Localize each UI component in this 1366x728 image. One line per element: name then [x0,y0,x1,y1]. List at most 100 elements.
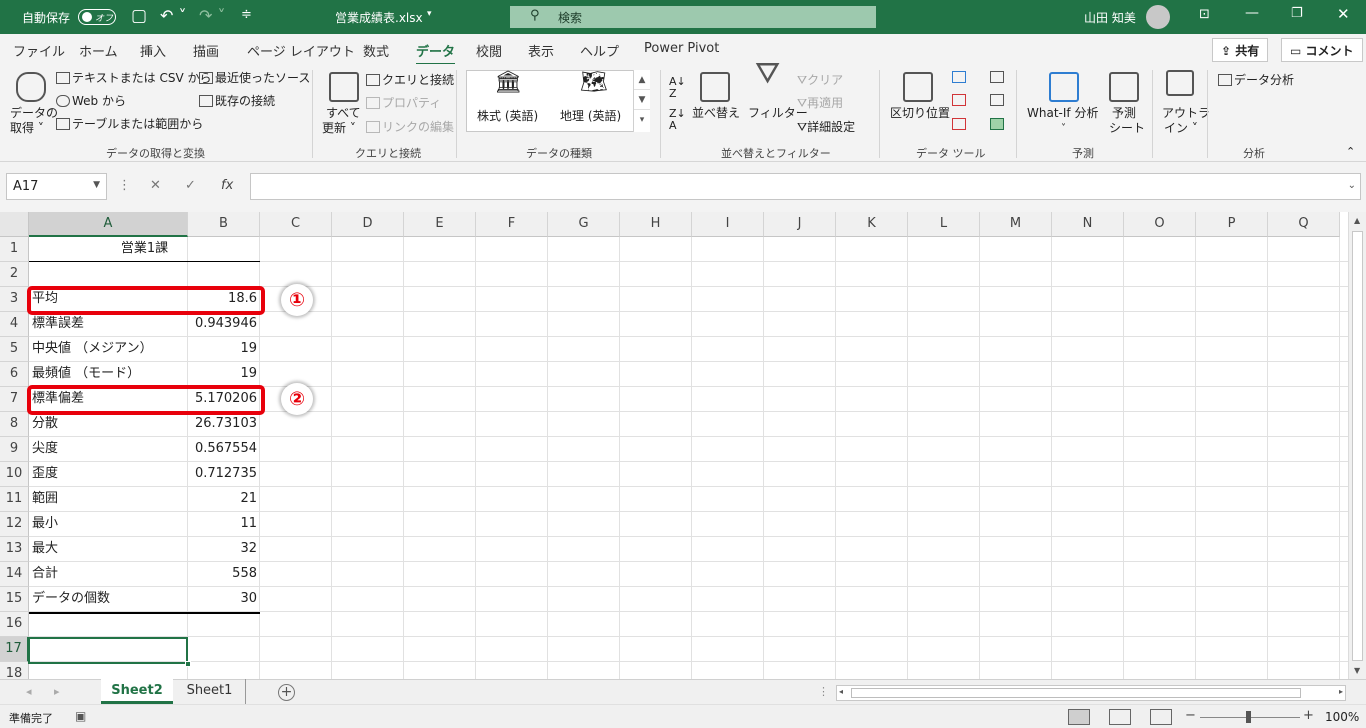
sort-za-icon[interactable]: Z↓ A [669,108,686,132]
page-break-view-icon[interactable] [1150,709,1172,725]
column-header-f[interactable]: F [476,212,548,237]
column-header-h[interactable]: H [620,212,692,237]
row-header-13[interactable]: 13 [0,537,29,562]
sheet-tab-sheet1[interactable]: Sheet1 [174,679,246,704]
scroll-up-icon[interactable]: ▲ [1354,216,1360,225]
stat-label-cell[interactable]: 中央値 （メジアン） [29,337,187,362]
customize-qat-icon[interactable]: ≑ [241,7,252,22]
sheet-tab-sheet2[interactable]: Sheet2 [101,679,173,704]
existing-connections-button[interactable]: 既存の接続 [199,94,275,109]
sort-az-icon[interactable]: A↓ Z [669,76,686,100]
stat-value-cell[interactable]: 0.567554 [188,437,260,462]
fill-handle[interactable] [185,661,191,667]
tab-file[interactable]: ファイル [13,41,65,60]
column-header-l[interactable]: L [908,212,980,237]
stat-label-cell[interactable]: 最大 [29,537,187,562]
stat-value-cell[interactable]: 0.712735 [188,462,260,487]
column-header-d[interactable]: D [332,212,404,237]
row-header-12[interactable]: 12 [0,512,29,537]
reapply-button[interactable]: ⛛再適用 [797,96,843,111]
clear-button[interactable]: ⛛クリア [797,73,843,88]
tab-power-pivot[interactable]: Power Pivot [644,41,719,56]
row-header-18[interactable]: 18 [0,662,29,679]
formula-input[interactable]: ⌄ [250,173,1361,200]
column-header-n[interactable]: N [1052,212,1124,237]
column-header-b[interactable]: B [188,212,260,237]
row-header-1[interactable]: 1 [0,237,29,262]
from-table-button[interactable]: テーブルまたは範囲から [56,117,203,132]
column-header-m[interactable]: M [980,212,1052,237]
from-text-csv-button[interactable]: テキストまたは CSV から [56,71,211,86]
select-all-corner[interactable] [0,212,29,237]
row-header-4[interactable]: 4 [0,312,29,337]
stat-label-cell[interactable]: 標準誤差 [29,312,187,337]
column-header-q[interactable]: Q [1268,212,1340,237]
column-header-e[interactable]: E [404,212,476,237]
forecast-sheet-label-1[interactable]: 予測 [1112,106,1136,121]
active-cell-a17[interactable] [28,637,188,664]
ribbon-display-icon[interactable]: ⊡ [1199,7,1210,22]
tab-insert[interactable]: 挿入 [140,41,166,60]
consolidate-icon[interactable] [990,71,1004,83]
row-header-6[interactable]: 6 [0,362,29,387]
row-header-7[interactable]: 7 [0,387,29,412]
row-header-9[interactable]: 9 [0,437,29,462]
column-header-a[interactable]: A [29,212,188,237]
file-name-dropdown-icon[interactable]: ▾ [427,9,432,19]
tab-formulas[interactable]: 数式 [363,41,389,60]
scroll-right-icon[interactable]: ▸ [1339,687,1343,696]
refresh-all-label-1[interactable]: すべて [326,106,361,121]
share-button[interactable]: ⇪ 共有 [1212,38,1269,62]
geography-button[interactable]: 地理 (英語) [560,109,621,124]
row-header-11[interactable]: 11 [0,487,29,512]
properties-button[interactable]: プロパティ [366,96,441,111]
prev-sheet-icon[interactable]: ◂ [26,685,32,698]
file-name[interactable]: 営業成績表.xlsx [335,9,423,26]
name-box[interactable]: A17 ▼ [6,173,107,200]
queries-connections-button[interactable]: クエリと接続 [366,73,454,88]
column-header-i[interactable]: I [692,212,764,237]
name-box-dropdown-icon[interactable]: ▼ [93,180,100,190]
user-name[interactable]: 山田 知美 [1084,9,1136,26]
search-box[interactable]: ⚲ 検索 [510,6,876,28]
gallery-down-icon[interactable]: ▼ [634,90,650,110]
what-if-dropdown-icon[interactable]: ˅ [1061,121,1066,136]
stat-value-cell[interactable]: 19 [188,362,260,387]
tab-home[interactable]: ホーム [79,41,118,60]
row-header-16[interactable]: 16 [0,612,29,637]
refresh-all-button[interactable]: 更新 ˅ [322,121,356,136]
tab-page-layout[interactable]: ページ レイアウト [247,41,355,60]
close-icon[interactable]: ✕ [1337,5,1350,23]
vertical-scrollbar[interactable]: ▲ ▼ [1348,212,1366,679]
restore-icon[interactable]: ❐ [1291,6,1303,21]
enter-icon[interactable]: ✓ [185,178,196,193]
stat-value-cell[interactable]: 0.943946 [188,312,260,337]
undo-icon[interactable]: ↶ ˅ [160,6,187,25]
row-header-15[interactable]: 15 [0,587,29,612]
stocks-button[interactable]: 株式 (英語) [477,109,538,124]
save-icon[interactable]: ▢ [131,6,147,26]
insert-function-icon[interactable]: fx [221,178,233,193]
column-header-j[interactable]: J [764,212,836,237]
normal-view-icon[interactable] [1068,709,1090,725]
stat-label-cell[interactable]: 範囲 [29,487,187,512]
stat-label-cell[interactable]: 分散 [29,412,187,437]
recent-sources-button[interactable]: 最近使ったソース [199,71,310,86]
cell-a1-title[interactable]: 営業1課 [29,237,260,262]
data-analysis-button[interactable]: データ分析 [1218,73,1294,88]
collapse-ribbon-icon[interactable]: ⌃ [1346,144,1355,159]
minimize-icon[interactable]: — [1245,5,1259,21]
h-scroll-thumb[interactable] [851,688,1301,698]
stat-label-cell[interactable]: データの個数 [29,587,187,612]
stat-value-cell[interactable]: 11 [188,512,260,537]
cancel-icon[interactable]: ✕ [150,178,161,193]
autosave-toggle[interactable]: オフ [78,9,116,25]
zoom-in-icon[interactable]: + [1303,708,1314,723]
sort-button[interactable]: 並べ替え [692,106,740,121]
row-header-3[interactable]: 3 [0,287,29,312]
from-web-button[interactable]: Web から [56,94,126,109]
tab-view[interactable]: 表示 [528,41,554,60]
get-data-label-1[interactable]: データの [10,106,58,121]
scroll-left-icon[interactable]: ◂ [839,687,843,696]
scroll-down-icon[interactable]: ▼ [1354,666,1360,675]
